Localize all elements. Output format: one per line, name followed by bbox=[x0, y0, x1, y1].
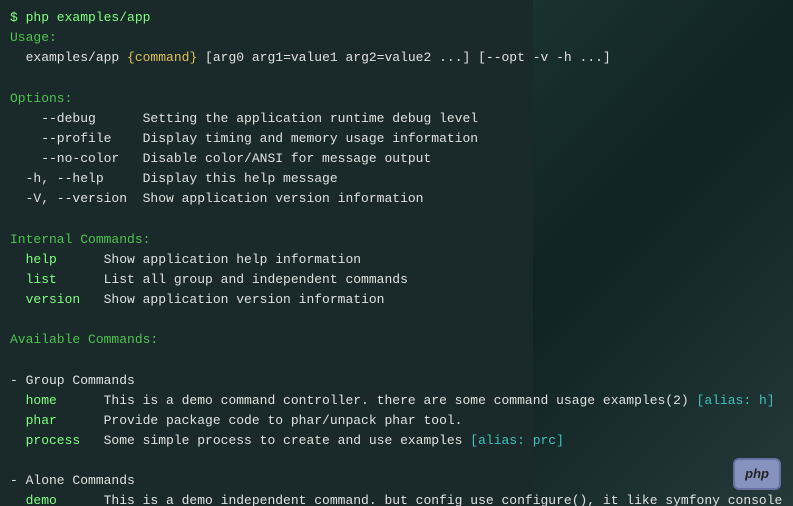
blank-1 bbox=[10, 68, 783, 88]
cmd-help-line: help Show application help information bbox=[10, 250, 783, 270]
blank-3 bbox=[10, 310, 783, 330]
blank-2 bbox=[10, 209, 783, 229]
terminal: $ php examples/app Usage: examples/app {… bbox=[0, 0, 793, 506]
php-badge-text: php bbox=[745, 466, 769, 481]
group-header-line: - Group Commands bbox=[10, 371, 783, 391]
terminal-content: $ php examples/app Usage: examples/app {… bbox=[10, 8, 783, 506]
cmd-version-line: version Show application version informa… bbox=[10, 290, 783, 310]
cmd-home-line: home This is a demo command controller. … bbox=[10, 391, 783, 411]
opt-nocolor-line: --no-color Disable color/ANSI for messag… bbox=[10, 149, 783, 169]
cmd-process-line: process Some simple process to create an… bbox=[10, 431, 783, 451]
prompt-line: $ php examples/app bbox=[10, 8, 783, 28]
usage-value-line: examples/app {command} [arg0 arg1=value1… bbox=[10, 48, 783, 68]
blank-5 bbox=[10, 451, 783, 471]
php-badge: php bbox=[733, 458, 781, 490]
opt-debug-line: --debug Setting the application runtime … bbox=[10, 109, 783, 129]
opt-profile-line: --profile Display timing and memory usag… bbox=[10, 129, 783, 149]
cmd-list-line: list List all group and independent comm… bbox=[10, 270, 783, 290]
options-label-line: Options: bbox=[10, 89, 783, 109]
opt-help-line: -h, --help Display this help message bbox=[10, 169, 783, 189]
alone-header-line: - Alone Commands bbox=[10, 471, 783, 491]
internal-label-line: Internal Commands: bbox=[10, 230, 783, 250]
usage-label-line: Usage: bbox=[10, 28, 783, 48]
available-label-line: Available Commands: bbox=[10, 330, 783, 350]
opt-version-line: -V, --version Show application version i… bbox=[10, 189, 783, 209]
cmd-phar-line: phar Provide package code to phar/unpack… bbox=[10, 411, 783, 431]
blank-4 bbox=[10, 350, 783, 370]
cmd-demo-line: demo This is a demo independent command.… bbox=[10, 491, 783, 506]
